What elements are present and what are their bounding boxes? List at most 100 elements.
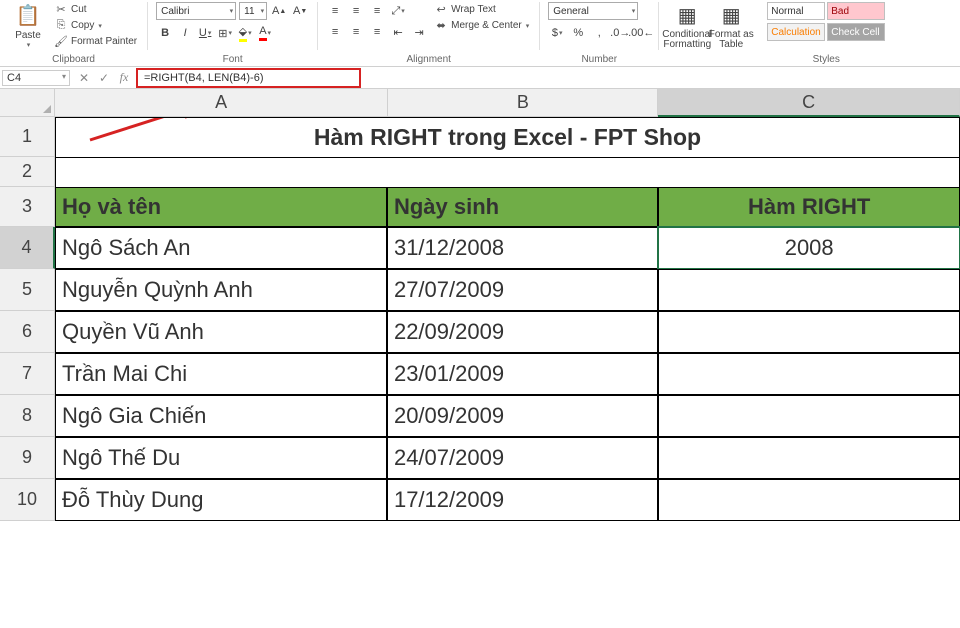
comma-format-button[interactable]: , — [590, 24, 608, 42]
ribbon-group-alignment: ≡ ≡ ≡ ⤢▾ ≡ ≡ ≡ ⇤ ⇥ ↩Wrap Text ⬌Me — [318, 0, 539, 66]
ribbon-group-styles-btns: ▦ Conditional Formatting ▦ Format as Tab… — [659, 0, 759, 66]
row-header[interactable]: 1 — [0, 117, 55, 157]
align-center-button[interactable]: ≡ — [347, 23, 365, 41]
cell-dob[interactable]: 20/09/2009 — [387, 395, 658, 437]
style-check-cell[interactable]: Check Cell — [827, 23, 885, 41]
font-color-button[interactable]: A▾ — [256, 24, 274, 42]
group-label: Clipboard — [0, 54, 147, 65]
formula-bar: C4 ✕ ✓ fx =RIGHT(B4, LEN(B4)-6) — [0, 67, 960, 89]
row-header[interactable]: 6 — [0, 311, 55, 353]
col-header-a[interactable]: A — [55, 89, 388, 117]
row-header[interactable]: 3 — [0, 187, 55, 227]
cell-right[interactable] — [658, 311, 960, 353]
worksheet: A B C 1 Hàm RIGHT trong Excel - FPT Shop… — [0, 89, 960, 521]
cond-fmt-icon: ▦ — [678, 3, 697, 28]
cell-right[interactable] — [658, 395, 960, 437]
style-bad[interactable]: Bad — [827, 2, 885, 20]
name-box[interactable]: C4 — [2, 70, 70, 86]
paste-button[interactable]: 📋 Paste ▾ — [8, 2, 48, 50]
increase-font-button[interactable]: A▲ — [270, 2, 288, 20]
cut-button[interactable]: ✂Cut — [52, 2, 139, 17]
formula-input[interactable]: =RIGHT(B4, LEN(B4)-6) — [136, 68, 361, 88]
cell-dob[interactable]: 17/12/2009 — [387, 479, 658, 521]
cell-right[interactable] — [658, 479, 960, 521]
header-cell-name[interactable]: Họ và tên — [55, 187, 387, 227]
cell-name[interactable]: Trần Mai Chi — [55, 353, 387, 395]
style-normal[interactable]: Normal — [767, 2, 825, 20]
cell-right[interactable] — [658, 437, 960, 479]
cell-name[interactable]: Ngô Gia Chiến — [55, 395, 387, 437]
increase-indent-button[interactable]: ⇥ — [410, 23, 428, 41]
border-button[interactable]: ⊞▾ — [216, 24, 234, 42]
increase-decimal-button[interactable]: .0→ — [611, 24, 629, 42]
cell-right[interactable] — [658, 353, 960, 395]
italic-button[interactable]: I — [176, 24, 194, 42]
cell-name[interactable]: Đỗ Thùy Dung — [55, 479, 387, 521]
insert-function-button[interactable]: fx — [114, 69, 134, 87]
bucket-icon: ⬙ — [239, 25, 247, 42]
cell-name[interactable]: Ngô Sách An — [55, 227, 387, 269]
cell-name[interactable]: Nguyễn Quỳnh Anh — [55, 269, 387, 311]
decrease-decimal-button[interactable]: .00← — [632, 24, 650, 42]
cell-dob[interactable]: 24/07/2009 — [387, 437, 658, 479]
cell-dob[interactable]: 27/07/2009 — [387, 269, 658, 311]
accounting-format-button[interactable]: $▾ — [548, 24, 566, 42]
cell[interactable] — [55, 157, 960, 187]
scissors-icon: ✂ — [54, 3, 68, 17]
cell-dob[interactable]: 23/01/2009 — [387, 353, 658, 395]
bold-button[interactable]: B — [156, 24, 174, 42]
brush-icon: 🖌 — [54, 35, 68, 49]
cell-dob[interactable]: 31/12/2008 — [387, 227, 658, 269]
align-right-button[interactable]: ≡ — [368, 23, 386, 41]
copy-icon: ⎘ — [54, 19, 68, 33]
cancel-formula-button[interactable]: ✕ — [74, 69, 94, 87]
clipboard-icon: 📋 — [16, 3, 41, 28]
row-header[interactable]: 10 — [0, 479, 55, 521]
cell-name[interactable]: Quyền Vũ Anh — [55, 311, 387, 353]
percent-format-button[interactable]: % — [569, 24, 587, 42]
col-header-c[interactable]: C — [658, 89, 960, 117]
align-bottom-button[interactable]: ≡ — [368, 2, 386, 20]
fill-color-button[interactable]: ⬙▾ — [236, 24, 254, 42]
cell-dob[interactable]: 22/09/2009 — [387, 311, 658, 353]
chevron-down-icon: ▾ — [27, 41, 31, 49]
cell-right[interactable]: 2008 — [658, 227, 960, 269]
header-cell-right[interactable]: Hàm RIGHT — [658, 187, 960, 227]
style-calculation[interactable]: Calculation — [767, 23, 825, 41]
enter-formula-button[interactable]: ✓ — [94, 69, 114, 87]
table-icon: ▦ — [722, 3, 741, 28]
select-all-corner[interactable] — [0, 89, 55, 117]
wrap-text-button[interactable]: ↩Wrap Text — [432, 2, 531, 17]
cell-right[interactable] — [658, 269, 960, 311]
underline-button[interactable]: U▾ — [196, 24, 214, 42]
font-size-combo[interactable]: 11 — [239, 2, 267, 20]
row-header[interactable]: 9 — [0, 437, 55, 479]
ribbon-group-clipboard: 📋 Paste ▾ ✂Cut ⎘Copy▾ 🖌Format Painter Cl… — [0, 0, 147, 66]
number-format-combo[interactable]: General — [548, 2, 638, 20]
row-header[interactable]: 2 — [0, 157, 55, 187]
ribbon-group-number: General $▾ % , .0→ .00← Number — [540, 0, 658, 66]
format-as-table-button[interactable]: ▦ Format as Table — [711, 2, 751, 50]
row-header[interactable]: 4 — [0, 227, 55, 269]
decrease-font-button[interactable]: A▼ — [291, 2, 309, 20]
orientation-button[interactable]: ⤢▾ — [389, 2, 407, 20]
align-middle-button[interactable]: ≡ — [347, 2, 365, 20]
conditional-formatting-button[interactable]: ▦ Conditional Formatting — [667, 2, 707, 50]
title-cell[interactable]: Hàm RIGHT trong Excel - FPT Shop — [55, 117, 960, 157]
ribbon-group-font: Calibri 11 A▲ A▼ B I U▾ ⊞▾ ⬙▾ A▾ Font — [148, 0, 317, 66]
align-top-button[interactable]: ≡ — [326, 2, 344, 20]
merge-icon: ⬌ — [434, 19, 448, 33]
row-header[interactable]: 5 — [0, 269, 55, 311]
merge-center-button[interactable]: ⬌Merge & Center▾ — [432, 18, 531, 33]
ribbon-group-styles-gallery: Normal Bad Calculation Check Cell Styles — [759, 0, 893, 66]
cell-name[interactable]: Ngô Thế Du — [55, 437, 387, 479]
format-painter-button[interactable]: 🖌Format Painter — [52, 34, 139, 49]
header-cell-dob[interactable]: Ngày sinh — [387, 187, 658, 227]
row-header[interactable]: 7 — [0, 353, 55, 395]
copy-button[interactable]: ⎘Copy▾ — [52, 18, 139, 33]
col-header-b[interactable]: B — [388, 89, 658, 117]
font-name-combo[interactable]: Calibri — [156, 2, 236, 20]
align-left-button[interactable]: ≡ — [326, 23, 344, 41]
decrease-indent-button[interactable]: ⇤ — [389, 23, 407, 41]
row-header[interactable]: 8 — [0, 395, 55, 437]
